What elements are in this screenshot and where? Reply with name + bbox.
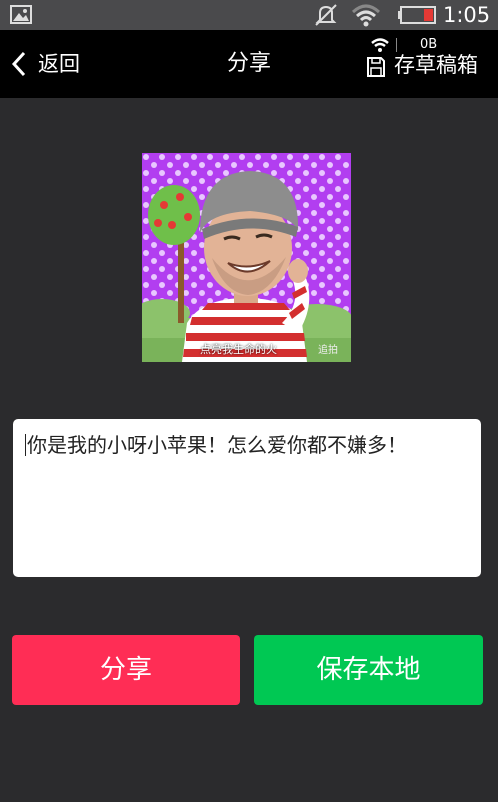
battery-icon: [398, 6, 436, 24]
meme-illustration: [142, 153, 351, 362]
message-text: 你是我的小呀小苹果！怎么爱你都不嫌多！: [27, 433, 407, 457]
preview-caption: 点亮我生命的火: [200, 343, 277, 356]
drafts-label: 存草稿箱: [394, 53, 478, 77]
preview-image: 点亮我生命的火 追拍: [142, 153, 351, 362]
drafts-button[interactable]: 0B 存草稿箱: [362, 34, 492, 94]
title-bar: 返回 分享 0B 存草稿箱: [0, 30, 498, 98]
status-bar: 1:05: [0, 0, 498, 30]
save-local-button[interactable]: 保存本地: [254, 635, 483, 705]
data-rate: 0B: [420, 37, 438, 52]
mute-icon: [315, 4, 337, 26]
wifi-icon: [351, 4, 381, 27]
preview-watermark: 追拍: [318, 345, 338, 356]
share-button[interactable]: 分享: [12, 635, 240, 705]
save-icon: [367, 57, 385, 77]
gallery-icon: [10, 5, 32, 24]
divider: [396, 38, 397, 52]
message-input[interactable]: 你是我的小呀小苹果！怎么爱你都不嫌多！: [13, 419, 481, 577]
clock: 1:05: [443, 3, 491, 27]
wifi-small-icon: [371, 38, 389, 52]
text-caret: [25, 434, 26, 456]
